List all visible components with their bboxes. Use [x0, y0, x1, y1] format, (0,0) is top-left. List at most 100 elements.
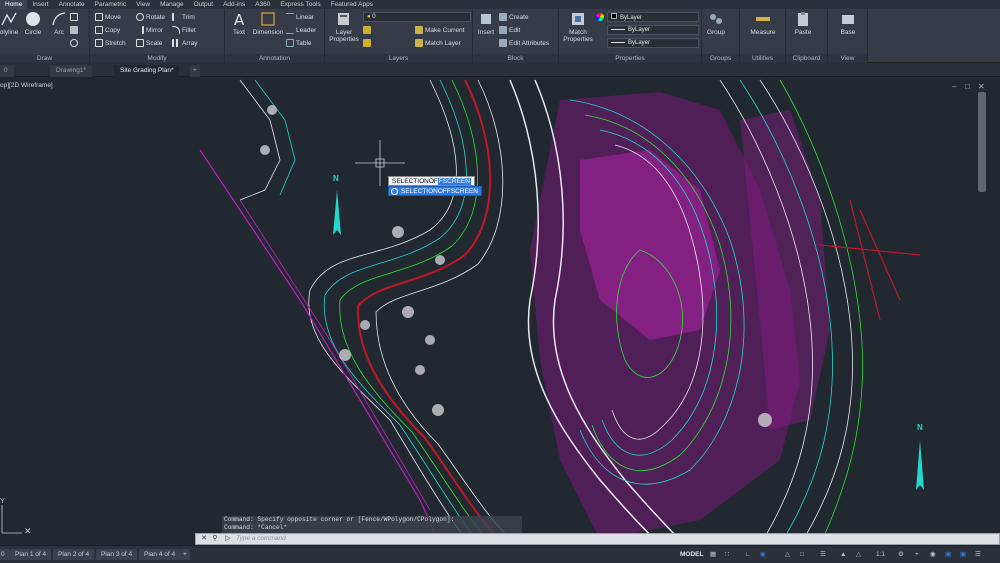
rotate-button[interactable]: Rotate — [136, 13, 165, 23]
doc-tab-site-grading-plan[interactable]: Site Grading Plan* — [114, 65, 180, 77]
array-button[interactable]: Array — [172, 39, 198, 49]
create-block-button[interactable]: Create — [499, 13, 529, 23]
object-snap-icon[interactable]: □ — [800, 550, 804, 560]
command-history-line: Command: *Cancel* — [224, 524, 288, 531]
menu-home[interactable]: Home — [0, 0, 28, 9]
layer-tools-row1[interactable] — [363, 26, 373, 36]
annotation-panel-title[interactable]: Annotation — [225, 54, 324, 63]
menu-output[interactable]: Output — [189, 0, 219, 9]
draw-panel: olyline Circle Arc Draw — [0, 9, 90, 63]
polar-tracking-icon[interactable]: ◉ — [760, 550, 766, 560]
color-button[interactable] — [596, 13, 606, 23]
search-icon[interactable]: ⚲ — [209, 534, 221, 544]
viewport-controls-label[interactable]: op][2D Wireframe] — [0, 82, 53, 89]
utilities-panel-title[interactable]: Utilities — [740, 54, 785, 63]
clean-screen-icon[interactable]: ▣ — [960, 550, 966, 560]
drawing-canvas[interactable]: N N Y ✕ — [0, 78, 1000, 545]
model-space-button[interactable]: MODEL — [680, 550, 703, 560]
leader-button[interactable]: Leader — [286, 26, 316, 36]
doc-tab-drawing1[interactable]: Drawing1* — [50, 65, 92, 77]
layers-panel-title[interactable]: Layers — [325, 54, 472, 63]
ucs-x-icon: ✕ — [24, 526, 32, 536]
clipboard-panel-title[interactable]: Clipboard — [786, 54, 827, 63]
snap-icon[interactable]: ∷ — [725, 550, 729, 560]
text-button[interactable]: A Text — [224, 11, 254, 36]
layout-tab-plan-1[interactable]: Plan 1 of 4 — [10, 549, 52, 560]
linear-button[interactable]: Linear — [286, 13, 314, 23]
modify-panel-title[interactable]: Modify — [90, 54, 224, 63]
new-tab-button[interactable]: + — [190, 65, 200, 77]
lineweight-icon[interactable]: ☰ — [820, 550, 826, 560]
annotation-scale-icon[interactable]: ▲ — [840, 550, 846, 560]
copy-button[interactable]: Copy — [95, 26, 120, 36]
menu-parametric[interactable]: Parametric — [90, 0, 131, 9]
base-button[interactable]: Base — [833, 11, 863, 36]
block-panel-title[interactable]: Block — [473, 54, 558, 63]
paste-button[interactable]: Paste — [788, 11, 818, 36]
hardware-acceleration-icon[interactable]: ▣ — [945, 550, 951, 560]
close-icon[interactable]: ✕ — [978, 82, 985, 91]
layout-tab-plan-3[interactable]: Plan 3 of 4 — [96, 549, 138, 560]
menu-a360[interactable]: A360 — [250, 0, 275, 9]
groups-panel-title[interactable]: Groups — [702, 54, 739, 63]
lot-marker — [425, 335, 435, 345]
ellipse-icon — [70, 39, 78, 48]
match-layer-button[interactable]: Match Layer — [415, 39, 461, 49]
match-properties-button[interactable]: Match Properties — [561, 11, 595, 43]
annotation-scale-value[interactable]: 1:1 — [876, 550, 885, 560]
grid-icon[interactable]: ▦ — [710, 550, 716, 560]
menu-annotate[interactable]: Annotate — [54, 0, 90, 9]
lineweight-dropdown[interactable]: ByLayer — [607, 38, 699, 48]
rectangle-tool[interactable] — [70, 13, 80, 23]
edit-attributes-button[interactable]: Edit Attributes — [499, 39, 549, 49]
insert-button[interactable]: Insert — [471, 11, 501, 36]
layer-properties-button[interactable]: Layer Properties — [328, 11, 360, 43]
stretch-button[interactable]: Stretch — [95, 39, 126, 49]
fillet-button[interactable]: Fillet — [172, 26, 196, 36]
minimize-icon[interactable]: – — [952, 82, 956, 91]
dimension-label: Dimension — [252, 29, 284, 36]
workspace-gear-icon[interactable]: ⚙ — [898, 550, 904, 560]
properties-panel-title[interactable]: Properties — [559, 54, 701, 63]
ortho-icon[interactable]: ∟ — [745, 550, 751, 560]
layout-tab-first[interactable]: 0 — [0, 549, 10, 560]
layout-tab-plan-4[interactable]: Plan 4 of 4 — [139, 549, 181, 560]
mirror-button[interactable]: Mirror — [136, 26, 163, 36]
view-panel-title[interactable]: View — [828, 54, 867, 63]
menu-express-tools[interactable]: Express Tools — [275, 0, 325, 9]
menu-featured-apps[interactable]: Featured Apps — [326, 0, 378, 9]
layer-dropdown[interactable]: ● 0 — [363, 12, 471, 22]
draw-panel-title[interactable]: Draw — [0, 54, 89, 63]
customization-icon[interactable]: ☰ — [975, 550, 981, 560]
isolate-objects-icon[interactable]: ◉ — [930, 550, 936, 560]
command-prompt-icon[interactable]: ▷ — [222, 534, 234, 544]
move-button[interactable]: Move — [95, 13, 121, 23]
menu-addins[interactable]: Add-ins — [218, 0, 250, 9]
isometric-icon[interactable]: △ — [785, 550, 790, 560]
doc-tab-first[interactable]: 0 — [0, 65, 14, 77]
group-button[interactable]: Group — [701, 11, 731, 36]
menu-insert[interactable]: Insert — [27, 0, 53, 9]
layout-tab-plan-2[interactable]: Plan 2 of 4 — [53, 549, 95, 560]
scale-button[interactable]: Scale — [136, 39, 162, 49]
layer-tools-row2[interactable] — [363, 39, 373, 49]
annotation-visibility-icon[interactable]: △ — [856, 550, 861, 560]
autocomplete-suggestion[interactable]: SELECTIONOFFSCREEN — [388, 186, 482, 196]
hatch-tool[interactable] — [70, 26, 80, 36]
dimension-button[interactable]: Dimension — [252, 11, 284, 36]
trim-button[interactable]: Trim — [172, 13, 195, 23]
restore-icon[interactable]: □ — [965, 82, 970, 91]
menu-manage[interactable]: Manage — [155, 0, 189, 9]
edit-block-button[interactable]: Edit — [499, 26, 520, 36]
add-scale-icon[interactable]: + — [915, 550, 919, 560]
add-layout-button[interactable]: + — [180, 549, 190, 560]
table-button[interactable]: Table — [286, 39, 312, 49]
command-input[interactable]: Type a command — [236, 534, 286, 544]
navigation-bar[interactable] — [978, 92, 986, 192]
make-current-button[interactable]: Make Current — [415, 26, 464, 36]
color-dropdown[interactable]: ByLayer — [607, 12, 699, 22]
linetype-dropdown[interactable]: ByLayer — [607, 25, 699, 35]
menu-view[interactable]: View — [131, 0, 155, 9]
ellipse-tool[interactable] — [70, 39, 80, 49]
measure-button[interactable]: Measure — [743, 11, 783, 36]
